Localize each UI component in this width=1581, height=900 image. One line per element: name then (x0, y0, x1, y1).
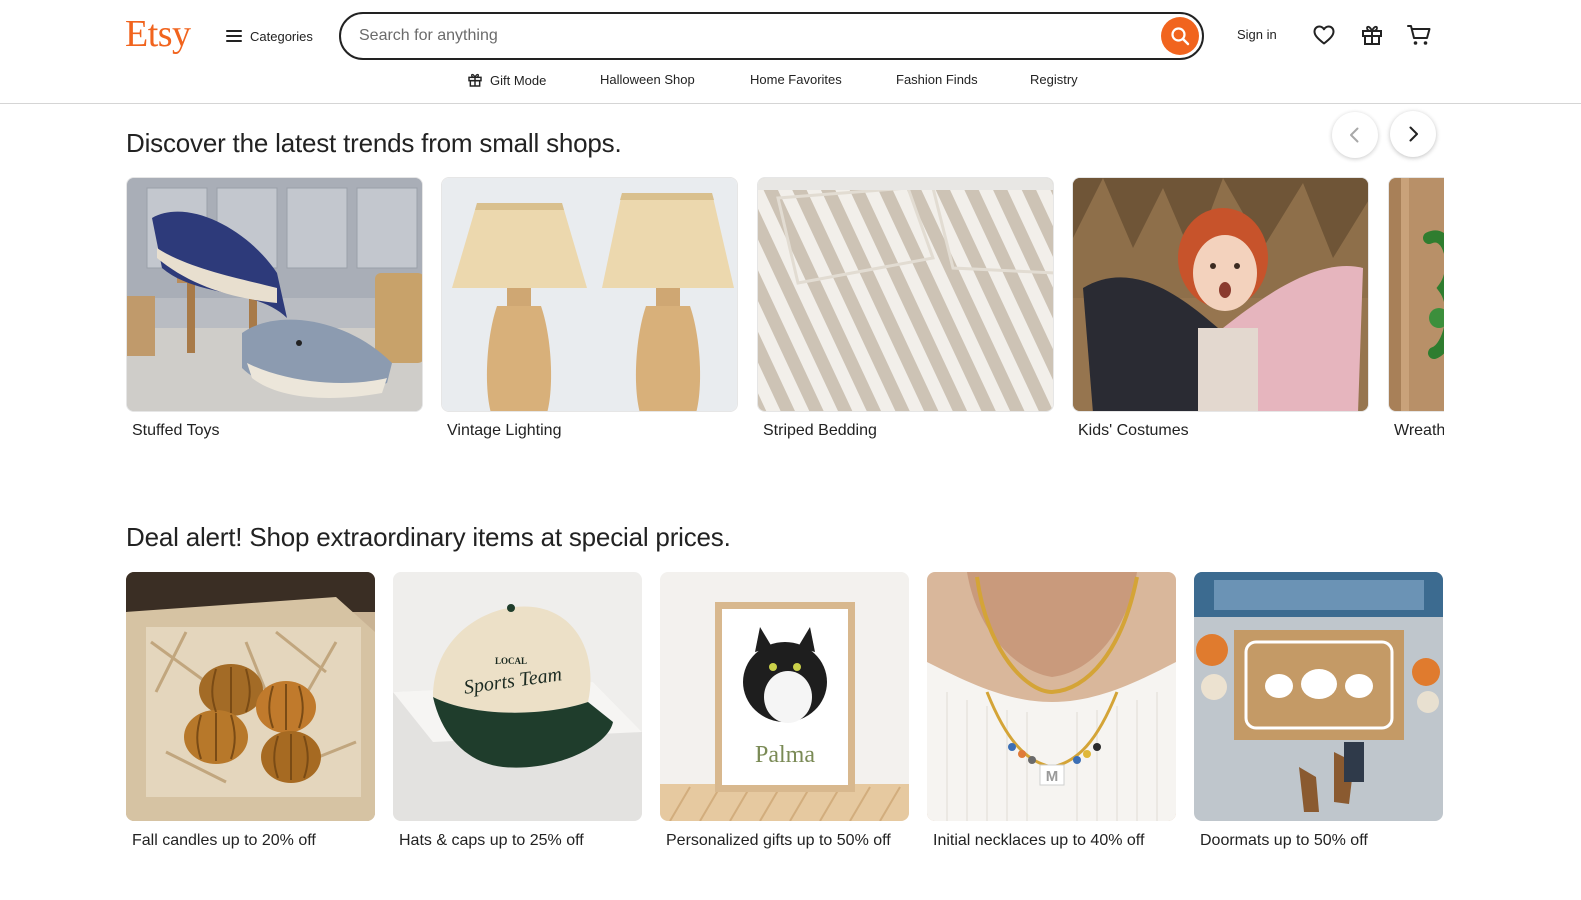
sign-in-link[interactable]: Sign in (1237, 27, 1277, 42)
cap-small-text: LOCAL (495, 656, 527, 666)
deals-grid: Fall candles up to 20% off LOCAL Sports … (126, 572, 1444, 892)
subnav-label: Registry (1030, 72, 1078, 87)
subnav-label: Fashion Finds (896, 72, 978, 87)
carousel-next-button[interactable] (1390, 111, 1436, 157)
trend-card-vintage-lighting[interactable]: Vintage Lighting (441, 177, 738, 440)
wreaths-image (1388, 177, 1444, 412)
vintage-lighting-image (441, 177, 738, 412)
search-button[interactable] (1161, 17, 1199, 55)
trend-card-label: Vintage Lighting (447, 422, 562, 439)
sub-navigation: Gift Mode Halloween Shop Home Favorites … (0, 70, 1581, 94)
deal-card-label: Fall candles up to 20% off (132, 832, 316, 849)
deals-section-title: Deal alert! Shop extraordinary items at … (126, 522, 731, 552)
trend-card-kids-costumes[interactable]: Kids' Costumes (1072, 177, 1369, 440)
deal-card-hats-caps[interactable]: LOCAL Sports Team Hats & caps up to 25% … (393, 572, 642, 853)
trend-card-label: Stuffed Toys (132, 422, 220, 439)
deal-card-label: Initial necklaces up to 40% off (933, 832, 1145, 849)
trends-section-title: Discover the latest trends from small sh… (126, 128, 622, 158)
search-icon (1171, 27, 1190, 46)
personalized-gifts-image: Palma (660, 572, 909, 821)
subnav-label: Home Favorites (750, 72, 842, 87)
initial-necklaces-image: M (927, 572, 1176, 821)
subnav-halloween-shop[interactable]: Halloween Shop (600, 72, 695, 87)
deal-card-fall-candles[interactable]: Fall candles up to 20% off (126, 572, 375, 853)
heart-icon (1313, 25, 1335, 45)
trend-card-label: Striped Bedding (763, 422, 877, 439)
deal-card-label: Doormats up to 50% off (1200, 832, 1368, 849)
stuffed-toys-image (126, 177, 423, 412)
trend-card-stuffed-toys[interactable]: Stuffed Toys (126, 177, 423, 440)
print-name-text: Palma (755, 742, 815, 768)
kids-costumes-image (1072, 177, 1369, 412)
deal-card-label: Personalized gifts up to 50% off (666, 832, 891, 849)
deal-card-initial-necklaces[interactable]: M Initial necklaces up to 40% off (927, 572, 1176, 853)
deal-card-doormats[interactable]: Doormats up to 50% off (1194, 572, 1443, 853)
subnav-home-favorites[interactable]: Home Favorites (750, 72, 842, 87)
trend-card-label: Kids' Costumes (1078, 422, 1189, 439)
gift-icon (468, 73, 482, 87)
deal-card-personalized-gifts[interactable]: Palma Personalized gifts up to 50% off (660, 572, 909, 853)
chevron-left-icon (1350, 127, 1359, 143)
trends-carousel: Stuffed Toys Vintage Lighting Striped Be… (126, 177, 1444, 457)
subnav-registry[interactable]: Registry (1030, 72, 1078, 87)
necklace-initial-text: M (1046, 768, 1059, 785)
doormats-image (1194, 572, 1443, 821)
search-bar (339, 12, 1204, 60)
categories-label: Categories (250, 28, 313, 44)
etsy-logo[interactable]: Etsy (125, 12, 191, 56)
deal-card-label: Hats & caps up to 25% off (399, 832, 584, 849)
cart-button[interactable] (1405, 21, 1433, 49)
favorites-button[interactable] (1310, 21, 1338, 49)
gift-icon (1362, 25, 1382, 45)
cart-icon (1407, 25, 1431, 45)
subnav-fashion-finds[interactable]: Fashion Finds (896, 72, 978, 87)
site-header: Etsy Categories Sign in (0, 0, 1581, 104)
subnav-label: Halloween Shop (600, 72, 695, 87)
gift-cards-button[interactable] (1358, 21, 1386, 49)
subnav-gift-mode[interactable]: Gift Mode (467, 72, 546, 88)
trend-card-wreaths[interactable]: Wreaths (1388, 177, 1444, 440)
hamburger-icon (226, 30, 242, 42)
fall-candles-image (126, 572, 375, 821)
chevron-right-icon (1409, 126, 1418, 142)
hats-caps-image: LOCAL Sports Team (393, 572, 642, 821)
carousel-prev-button[interactable] (1332, 112, 1378, 158)
search-input[interactable] (359, 24, 1139, 48)
striped-bedding-image (757, 177, 1054, 412)
subnav-label: Gift Mode (490, 72, 547, 88)
trend-card-striped-bedding[interactable]: Striped Bedding (757, 177, 1054, 440)
trend-card-label: Wreaths (1394, 422, 1444, 439)
categories-button[interactable]: Categories (226, 24, 313, 48)
